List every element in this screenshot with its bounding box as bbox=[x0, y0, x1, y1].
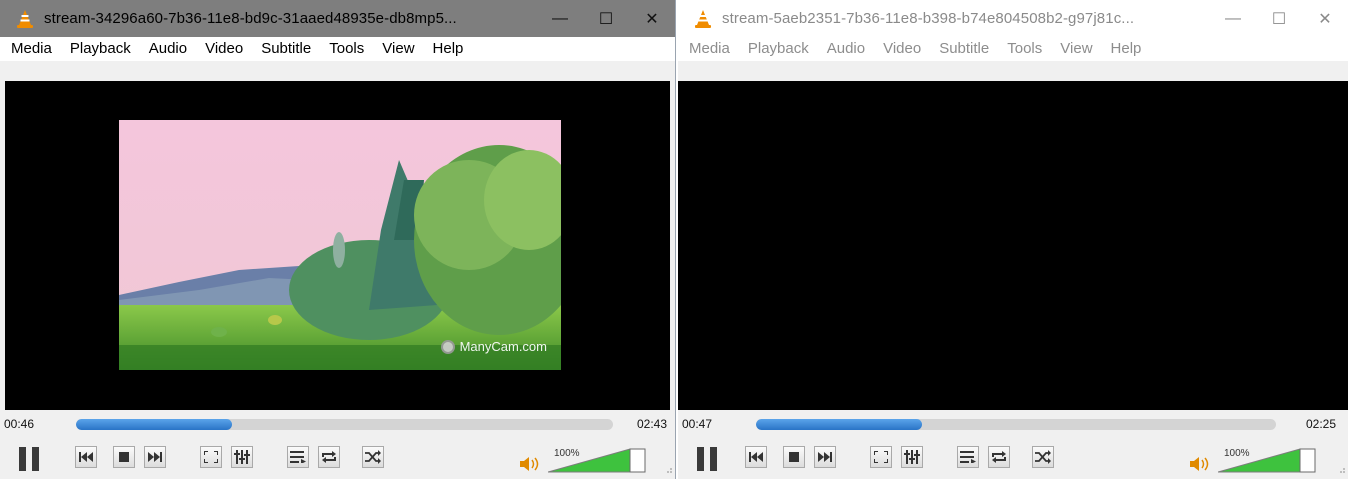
resize-grip-icon[interactable] bbox=[1337, 465, 1345, 473]
fullscreen-button[interactable] bbox=[200, 446, 222, 468]
stop-icon bbox=[119, 452, 129, 462]
previous-icon bbox=[749, 452, 763, 462]
stop-button[interactable] bbox=[113, 446, 135, 468]
title-bar[interactable]: stream-5aeb2351-7b36-11e8-b398-b74e80450… bbox=[678, 0, 1348, 37]
resize-grip-icon[interactable] bbox=[664, 465, 672, 473]
video-area[interactable] bbox=[678, 81, 1348, 410]
watermark-text: ManyCam.com bbox=[459, 339, 547, 354]
menu-bar: Media Playback Audio Video Subtitle Tool… bbox=[0, 37, 675, 61]
minimize-button[interactable]: — bbox=[1210, 0, 1256, 37]
playlist-button[interactable] bbox=[957, 446, 979, 468]
elapsed-time: 00:46 bbox=[4, 417, 35, 431]
close-button[interactable]: ✕ bbox=[629, 0, 675, 37]
webcam-icon bbox=[440, 339, 455, 354]
extended-settings-icon bbox=[904, 450, 920, 464]
volume-slider[interactable] bbox=[1218, 447, 1318, 473]
control-row: 100% bbox=[678, 440, 1348, 476]
seek-progress bbox=[756, 418, 923, 430]
shuffle-button[interactable] bbox=[1032, 446, 1054, 468]
shuffle-icon bbox=[1035, 450, 1051, 464]
stop-icon bbox=[789, 452, 799, 462]
extended-settings-icon bbox=[234, 450, 250, 464]
menu-audio[interactable]: Audio bbox=[140, 37, 196, 61]
video-area[interactable]: ManyCam.com bbox=[5, 81, 670, 410]
loop-button[interactable] bbox=[318, 446, 340, 468]
menu-subtitle[interactable]: Subtitle bbox=[930, 37, 998, 61]
previous-icon bbox=[79, 452, 93, 462]
minimize-button[interactable]: — bbox=[537, 0, 583, 37]
seek-slider[interactable] bbox=[756, 418, 1276, 430]
seek-row: 00:47 02:25 bbox=[678, 414, 1348, 434]
previous-button[interactable] bbox=[75, 446, 97, 468]
menu-audio[interactable]: Audio bbox=[818, 37, 874, 61]
pause-button[interactable] bbox=[12, 444, 46, 474]
vlc-window-1[interactable]: stream-34296a60-7b36-11e8-bd9c-31aaed489… bbox=[0, 0, 676, 479]
menu-tools[interactable]: Tools bbox=[998, 37, 1051, 61]
shuffle-icon bbox=[365, 450, 381, 464]
fullscreen-icon bbox=[874, 451, 888, 463]
playlist-button[interactable] bbox=[287, 446, 309, 468]
control-row: 100% bbox=[0, 440, 675, 476]
menu-video[interactable]: Video bbox=[196, 37, 252, 61]
menu-playback[interactable]: Playback bbox=[61, 37, 140, 61]
maximize-button[interactable]: ☐ bbox=[1256, 0, 1302, 37]
playlist-icon bbox=[960, 451, 976, 463]
loop-icon bbox=[992, 451, 1006, 463]
close-button[interactable]: ✕ bbox=[1302, 0, 1348, 37]
video-scene-image bbox=[119, 120, 561, 370]
extended-settings-button[interactable] bbox=[231, 446, 253, 468]
pause-icon bbox=[19, 447, 39, 471]
volume-slider[interactable] bbox=[548, 447, 648, 473]
extended-settings-button[interactable] bbox=[901, 446, 923, 468]
seek-progress bbox=[76, 418, 232, 430]
vlc-cone-icon[interactable] bbox=[692, 8, 714, 30]
next-icon bbox=[148, 452, 162, 462]
loop-icon bbox=[322, 451, 336, 463]
stop-button[interactable] bbox=[783, 446, 805, 468]
menu-help[interactable]: Help bbox=[424, 37, 473, 61]
pause-icon bbox=[697, 447, 717, 471]
speaker-icon[interactable] bbox=[520, 457, 540, 471]
shuffle-button[interactable] bbox=[362, 446, 384, 468]
elapsed-time: 00:47 bbox=[682, 417, 713, 431]
menu-media[interactable]: Media bbox=[2, 37, 61, 61]
maximize-button[interactable]: ☐ bbox=[583, 0, 629, 37]
menu-tools[interactable]: Tools bbox=[320, 37, 373, 61]
menu-video[interactable]: Video bbox=[874, 37, 930, 61]
menu-subtitle[interactable]: Subtitle bbox=[252, 37, 320, 61]
vlc-cone-icon[interactable] bbox=[14, 8, 36, 30]
video-frame: ManyCam.com bbox=[119, 120, 561, 370]
menu-media[interactable]: Media bbox=[680, 37, 739, 61]
menu-view[interactable]: View bbox=[1051, 37, 1101, 61]
window-title: stream-5aeb2351-7b36-11e8-b398-b74e80450… bbox=[722, 10, 1135, 27]
title-bar[interactable]: stream-34296a60-7b36-11e8-bd9c-31aaed489… bbox=[0, 0, 675, 37]
seek-row: 00:46 02:43 bbox=[0, 414, 675, 434]
next-button[interactable] bbox=[814, 446, 836, 468]
previous-button[interactable] bbox=[745, 446, 767, 468]
vlc-window-2[interactable]: stream-5aeb2351-7b36-11e8-b398-b74e80450… bbox=[678, 0, 1348, 479]
menu-help[interactable]: Help bbox=[1102, 37, 1151, 61]
menu-bar: Media Playback Audio Video Subtitle Tool… bbox=[678, 37, 1348, 61]
fullscreen-icon bbox=[204, 451, 218, 463]
next-button[interactable] bbox=[144, 446, 166, 468]
pause-button[interactable] bbox=[690, 444, 724, 474]
watermark: ManyCam.com bbox=[440, 339, 547, 354]
menu-playback[interactable]: Playback bbox=[739, 37, 818, 61]
window-title: stream-34296a60-7b36-11e8-bd9c-31aaed489… bbox=[44, 10, 457, 27]
next-icon bbox=[818, 452, 832, 462]
total-time[interactable]: 02:43 bbox=[627, 417, 667, 431]
loop-button[interactable] bbox=[988, 446, 1010, 468]
speaker-icon[interactable] bbox=[1190, 457, 1210, 471]
fullscreen-button[interactable] bbox=[870, 446, 892, 468]
playlist-icon bbox=[290, 451, 306, 463]
menu-view[interactable]: View bbox=[373, 37, 423, 61]
seek-slider[interactable] bbox=[76, 418, 613, 430]
total-time[interactable]: 02:25 bbox=[1296, 417, 1336, 431]
